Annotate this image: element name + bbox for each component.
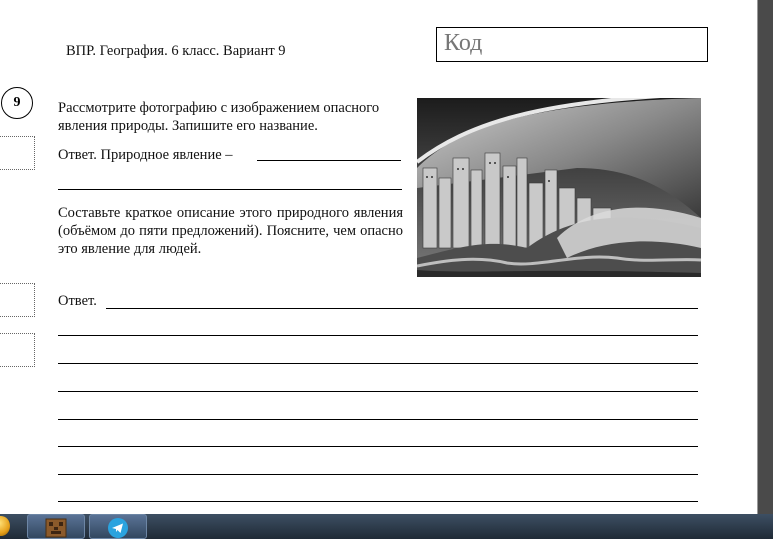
scrollbar[interactable]: [758, 0, 773, 514]
taskbar-button-telegram[interactable]: [89, 514, 147, 539]
code-label: Код: [444, 30, 483, 56]
tsunami-photo: [417, 98, 701, 277]
answer-phenomenon-label: Ответ. Природное явление –: [58, 147, 233, 163]
answer-line-8: [58, 501, 698, 502]
answer-line-1: [106, 308, 698, 309]
taskbar-button-minecraft[interactable]: [27, 514, 85, 539]
score-box-1: [0, 136, 35, 170]
answer-line-phenomenon-2: [58, 189, 402, 190]
answer-line-5: [58, 419, 698, 420]
code-box[interactable]: Код: [436, 27, 708, 62]
minecraft-icon: [45, 518, 67, 538]
answer-line-7: [58, 474, 698, 475]
score-box-2: [0, 283, 35, 317]
question-number: 9: [1, 87, 33, 119]
answer-line-3: [58, 363, 698, 364]
answer-label: Ответ.: [58, 293, 97, 309]
page-header: ВПР. География. 6 класс. Вариант 9: [66, 43, 286, 59]
answer-line-4: [58, 391, 698, 392]
task-description: Составьте краткое описание этого природн…: [58, 205, 403, 257]
answer-line-2: [58, 335, 698, 336]
answer-line-phenomenon: [257, 160, 401, 161]
task-prompt: Рассмотрите фотографию с изображением оп…: [58, 100, 380, 134]
answer-line-6: [58, 446, 698, 447]
telegram-icon: [108, 518, 128, 538]
document-page: ВПР. География. 6 класс. Вариант 9 Код 9…: [0, 0, 758, 514]
score-box-3: [0, 333, 35, 367]
